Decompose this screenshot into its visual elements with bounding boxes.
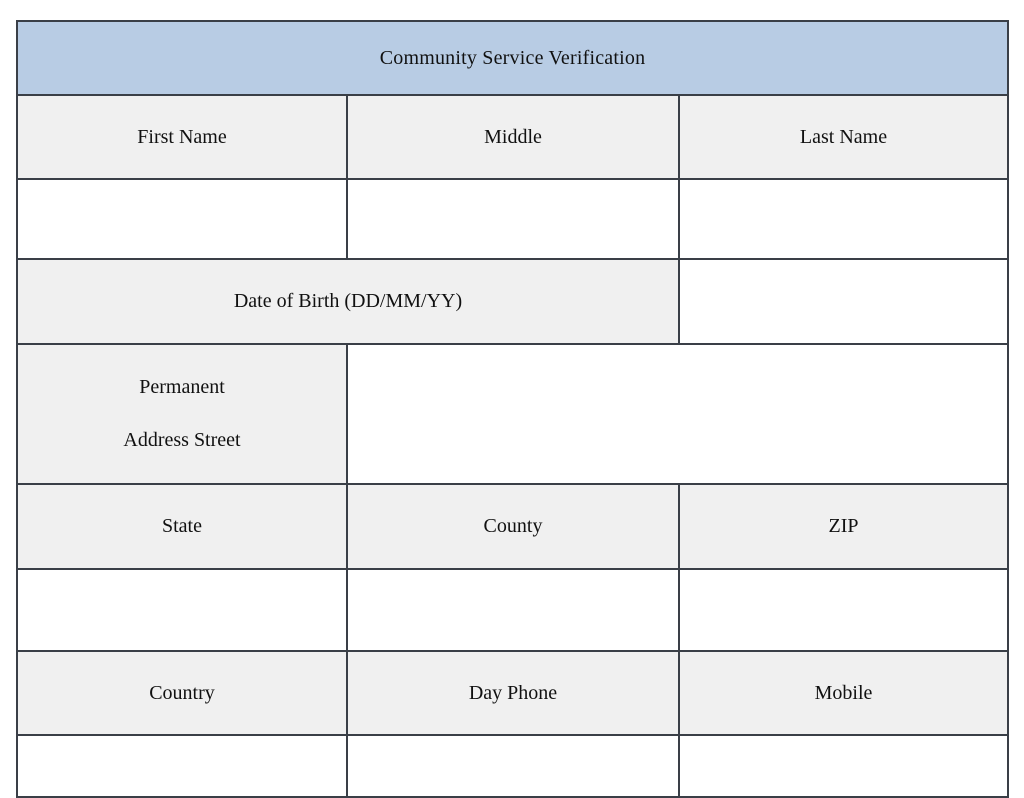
- label-county: County: [346, 483, 680, 570]
- input-county[interactable]: [346, 568, 680, 652]
- label-permanent-address-line2: Address Street: [123, 429, 241, 451]
- name-label-row: First Name Middle Last Name: [16, 94, 1010, 180]
- title-row: Community Service Verification: [15, 20, 1010, 96]
- label-country: Country: [16, 650, 348, 736]
- input-date-of-birth[interactable]: [677, 258, 1010, 345]
- permanent-address-row: Permanent Address Street: [16, 343, 1010, 485]
- label-day-phone: Day Phone: [346, 650, 680, 736]
- input-last-name[interactable]: [677, 178, 1010, 260]
- label-date-of-birth: Date of Birth (DD/MM/YY): [16, 258, 680, 345]
- label-state: State: [16, 483, 348, 570]
- location-input-row: [16, 568, 1010, 652]
- label-first-name: First Name: [16, 94, 348, 180]
- label-last-name: Last Name: [677, 94, 1010, 180]
- label-middle: Middle: [346, 94, 680, 180]
- date-of-birth-row: Date of Birth (DD/MM/YY): [16, 258, 1010, 345]
- label-permanent-address-line1: Permanent: [139, 376, 225, 398]
- label-zip: ZIP: [677, 483, 1010, 570]
- community-service-verification-form: Community Service Verification First Nam…: [15, 20, 1010, 798]
- input-zip[interactable]: [677, 568, 1010, 652]
- input-day-phone[interactable]: [346, 734, 680, 798]
- form-container: Community Service Verification First Nam…: [15, 20, 1010, 798]
- contact-label-row: Country Day Phone Mobile: [16, 650, 1010, 736]
- label-mobile: Mobile: [677, 650, 1010, 736]
- input-state[interactable]: [16, 568, 348, 652]
- input-first-name[interactable]: [16, 178, 348, 260]
- location-label-row: State County ZIP: [16, 483, 1010, 570]
- input-permanent-address[interactable]: [345, 343, 1010, 485]
- input-middle[interactable]: [346, 178, 680, 260]
- form-title: Community Service Verification: [15, 20, 1010, 96]
- input-country[interactable]: [16, 734, 348, 798]
- label-permanent-address: Permanent Address Street: [16, 343, 348, 485]
- name-input-row: [16, 178, 1010, 260]
- contact-input-row: [16, 734, 1010, 798]
- input-mobile[interactable]: [677, 734, 1010, 798]
